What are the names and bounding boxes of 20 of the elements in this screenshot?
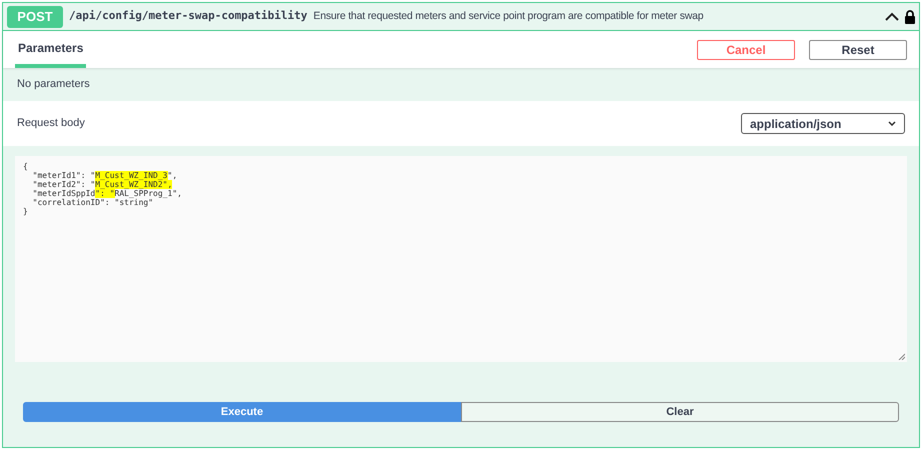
chevron-up-icon[interactable] (885, 12, 899, 22)
method-badge: POST (7, 6, 63, 28)
request-body-label: Request body (17, 116, 85, 132)
endpoint-path: /api/config/meter-swap-compatibility (69, 8, 308, 24)
code-line: "meterId2": "M_Cust_WZ_IND2", (32, 180, 172, 189)
no-parameters-text: No parameters (17, 77, 90, 92)
parameters-tab[interactable]: Parameters (15, 31, 86, 68)
code-line: } (23, 207, 28, 216)
code-line: "meterIdSppId": "RAL_SPProg_1", (32, 189, 182, 198)
endpoint-summary: Ensure that requested meters and service point program are compatible for meter swap (313, 8, 704, 24)
code-line: { (23, 162, 28, 171)
chevron-down-icon (888, 121, 896, 126)
clear-button[interactable]: Clear (461, 402, 899, 422)
request-body-editor[interactable]: { "meterId1": "M_Cust_WZ_IND_3", "meterId2": "M_Cust_WZ_IND2", "meterIdSppId": "RAL_SPProg_1", "correlationID": "string" } (15, 156, 907, 362)
code-line: "correlationID": "string" (32, 198, 154, 207)
code-line: "meterId1": "M_Cust_WZ_IND_3", (32, 171, 178, 180)
resize-handle-icon[interactable] (898, 353, 905, 360)
content-type-select[interactable]: application/json (741, 113, 905, 134)
lock-icon[interactable] (905, 10, 915, 24)
reset-button[interactable]: Reset (809, 40, 907, 60)
